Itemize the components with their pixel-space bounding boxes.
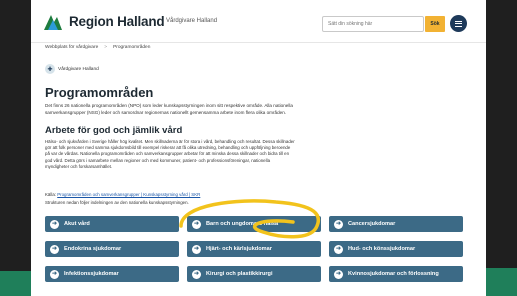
program-button-infektionssjukdomar[interactable]: ➜ Infektionssjukdomar [45, 266, 179, 282]
hamburger-menu-icon[interactable] [450, 15, 467, 32]
arrow-right-circle-icon: ➜ [334, 219, 343, 229]
unit-icon: ✚ [45, 64, 55, 74]
arrow-right-circle-icon: ➜ [334, 244, 343, 254]
arrow-right-circle-icon: ➜ [334, 269, 343, 279]
search-button[interactable]: Sök [425, 16, 445, 32]
source-line: Källa: Programområden och samverkansgrup… [45, 192, 200, 197]
browser-page: Region Halland Vårdgivare Halland Sök We… [31, 0, 486, 296]
body-text: Hälso- och sjukvården i Sverige håller h… [45, 139, 295, 169]
program-button-cancersjukdomar[interactable]: ➜ Cancersjukdomar [329, 216, 463, 232]
site-header: Region Halland Vårdgivare Halland Sök [31, 0, 486, 42]
program-button-label: Endokrina sjukdomar [64, 246, 122, 252]
source-link[interactable]: Programområden och samverkansgrupper | K… [57, 192, 200, 197]
program-button-label: Infektionssjukdomar [64, 271, 119, 277]
program-button-akut-vard[interactable]: ➜ Akut vård [45, 216, 179, 232]
program-button-endokrina-sjukdomar[interactable]: ➜ Endokrina sjukdomar [45, 241, 179, 257]
side-accent-left [0, 271, 31, 296]
program-button-hjart-och-karlsjukdomar[interactable]: ➜ Hjärt- och kärlsjukdomar [187, 241, 321, 257]
arrow-right-circle-icon: ➜ [192, 219, 201, 229]
breadcrumb-separator: > [104, 45, 108, 50]
section-title: Arbete för god och jämlik vård [45, 125, 183, 136]
brand-name[interactable]: Region Halland [69, 14, 165, 29]
breadcrumb-item-home[interactable]: Webbplats för vårdgivare [45, 45, 98, 50]
program-button-label: Cancersjukdomar [348, 221, 396, 227]
search-input[interactable] [322, 16, 424, 32]
breadcrumb: Webbplats för vårdgivare > Programområde… [45, 45, 150, 50]
intro-text: Det finns 26 nationella programområden (… [45, 103, 293, 115]
side-accent-right [486, 268, 517, 296]
program-button-label: Hjärt- och kärlsjukdomar [206, 246, 272, 252]
program-button-kvinnosjukdomar-och-forlossning[interactable]: ➜ Kvinnosjukdomar och förlossning [329, 266, 463, 282]
unit-tag: ✚ Vårdgivare Halland [45, 64, 99, 74]
program-button-label: Kvinnosjukdomar och förlossning [348, 271, 439, 277]
arrow-right-circle-icon: ➜ [192, 269, 201, 279]
arrow-right-circle-icon: ➜ [50, 219, 59, 229]
program-button-label: Barn och ungdomars hälsa [206, 221, 279, 227]
program-button-label: Hud- och könssjukdomar [348, 246, 416, 252]
program-button-label: Kirurgi och plastikkirurgi [206, 271, 273, 277]
breadcrumb-item-current: Programområden [113, 45, 151, 50]
brand-subtitle: Vårdgivare Halland [166, 18, 218, 24]
arrow-right-circle-icon: ➜ [192, 244, 201, 254]
program-button-label: Akut vård [64, 221, 90, 227]
arrow-right-circle-icon: ➜ [50, 244, 59, 254]
header-divider [31, 42, 486, 43]
program-button-kirurgi-och-plastikkirurgi[interactable]: ➜ Kirurgi och plastikkirurgi [187, 266, 321, 282]
source-prefix: Källa: [45, 192, 56, 197]
structure-text: Strukturen nedan följer indelningen av d… [45, 200, 189, 205]
unit-label: Vårdgivare Halland [58, 66, 99, 72]
program-button-hud-och-konssjukdomar[interactable]: ➜ Hud- och könssjukdomar [329, 241, 463, 257]
page-title: Programområden [45, 85, 154, 100]
region-halland-logo-icon[interactable] [42, 12, 64, 32]
arrow-right-circle-icon: ➜ [50, 269, 59, 279]
program-button-barn-och-ungdomars-halsa[interactable]: ➜ Barn och ungdomars hälsa [187, 216, 321, 232]
